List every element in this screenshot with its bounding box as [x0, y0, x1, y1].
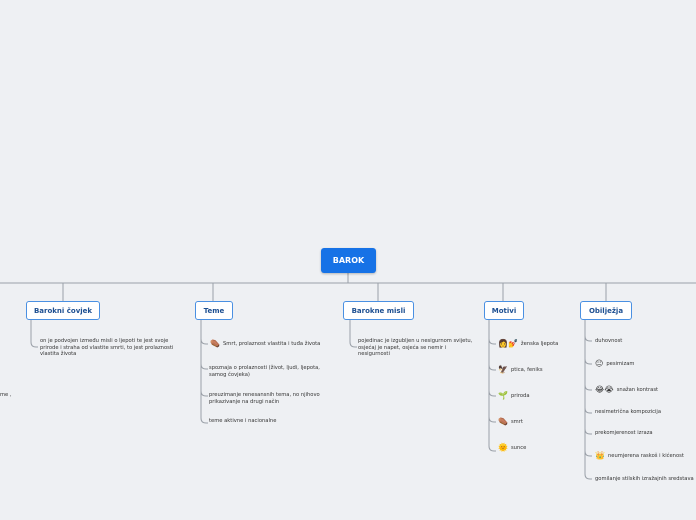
leaf-motivi-1[interactable]: 👩💅 ženska ljepota	[498, 339, 558, 349]
leaf-obiljezja-3[interactable]: 😂😭 snažan kontrast	[595, 385, 658, 395]
leaf-obiljezja-1[interactable]: duhovnost	[595, 338, 622, 345]
leaf-obiljezja-4[interactable]: nesimetrična kompozicija	[595, 409, 661, 416]
leaf-motivi-3-text: priroda	[510, 392, 530, 399]
woman-nail-polish-icon: 👩💅	[498, 339, 518, 348]
root-node[interactable]: BAROK	[321, 248, 376, 273]
leaf-obiljezja-6[interactable]: 👑 neumjerena raskoš i kićenost	[595, 451, 684, 461]
leaf-motivi-2-text: ptica, feniks	[510, 366, 543, 373]
leaf-barokni-covjek-1[interactable]: on je podvojen između misli o ljepoti te…	[40, 338, 186, 358]
leaf-obiljezja-5[interactable]: prekomjerenost izraza	[595, 430, 653, 437]
leaf-motivi-2[interactable]: 🦅 ptica, feniks	[498, 365, 543, 375]
branch-barokni-covjek[interactable]: Barokni čovjek	[26, 301, 100, 320]
leaf-teme-3[interactable]: preuzimanje renesansnih tema, no njihovo…	[209, 392, 333, 405]
bird-icon: 🦅	[498, 365, 508, 374]
neutral-face-icon: 😐	[595, 359, 604, 368]
sun-icon: 🌞	[498, 443, 508, 452]
leaf-barokne-misli-1[interactable]: pojedinac je izgubljen u nesigurnom svij…	[358, 338, 474, 358]
leaf-teme-1-text: Smrt, prolaznost vlastita i tuđa života	[222, 340, 321, 347]
leaf-obiljezja-6-text: neumjerena raskoš i kićenost	[607, 452, 684, 459]
leaf-obiljezja-3-text: snažan kontrast	[616, 386, 659, 393]
leaf-motivi-3[interactable]: 🌱 priroda	[498, 391, 530, 401]
leaf-motivi-5[interactable]: 🌞 sunce	[498, 443, 526, 453]
leaf-motivi-4[interactable]: ⚰️ smrt	[498, 417, 523, 427]
leaf-obiljezja-7[interactable]: gomilanje stilskih izražajnih sredstava	[595, 476, 696, 483]
crown-icon: 👑	[595, 451, 605, 460]
leaf-motivi-5-text: sunce	[510, 444, 527, 451]
laughing-crying-face-icon: 😂😭	[595, 385, 614, 394]
coffin-icon: ⚰️	[210, 339, 220, 348]
leaf-teme-4[interactable]: teme aktivne i nacionalne	[209, 418, 276, 425]
leaf-teme-1[interactable]: ⚰️ Smrt, prolaznost vlastita i tuđa živo…	[210, 339, 320, 349]
branch-obiljezja[interactable]: Obilježja	[580, 301, 632, 320]
leaf-obiljezja-2[interactable]: 😐 pesimizam	[595, 359, 634, 369]
leaf-obiljezja-2-text: pesimizam	[606, 360, 635, 367]
branch-teme[interactable]: Teme	[195, 301, 233, 320]
leaf-motivi-4-text: smrt	[510, 418, 523, 425]
branch-motivi[interactable]: Motivi	[484, 301, 524, 320]
branch-barokne-misli[interactable]: Barokne misli	[343, 301, 414, 320]
seedling-icon: 🌱	[498, 391, 508, 400]
leaf-motivi-1-text: ženska ljepota	[520, 340, 559, 347]
coffin-icon: ⚰️	[498, 417, 508, 426]
leaf-teme-2[interactable]: spoznaja o prolaznosti (život, ljudi, lj…	[209, 365, 333, 378]
clipped-leaf-text: me ,	[0, 392, 12, 398]
